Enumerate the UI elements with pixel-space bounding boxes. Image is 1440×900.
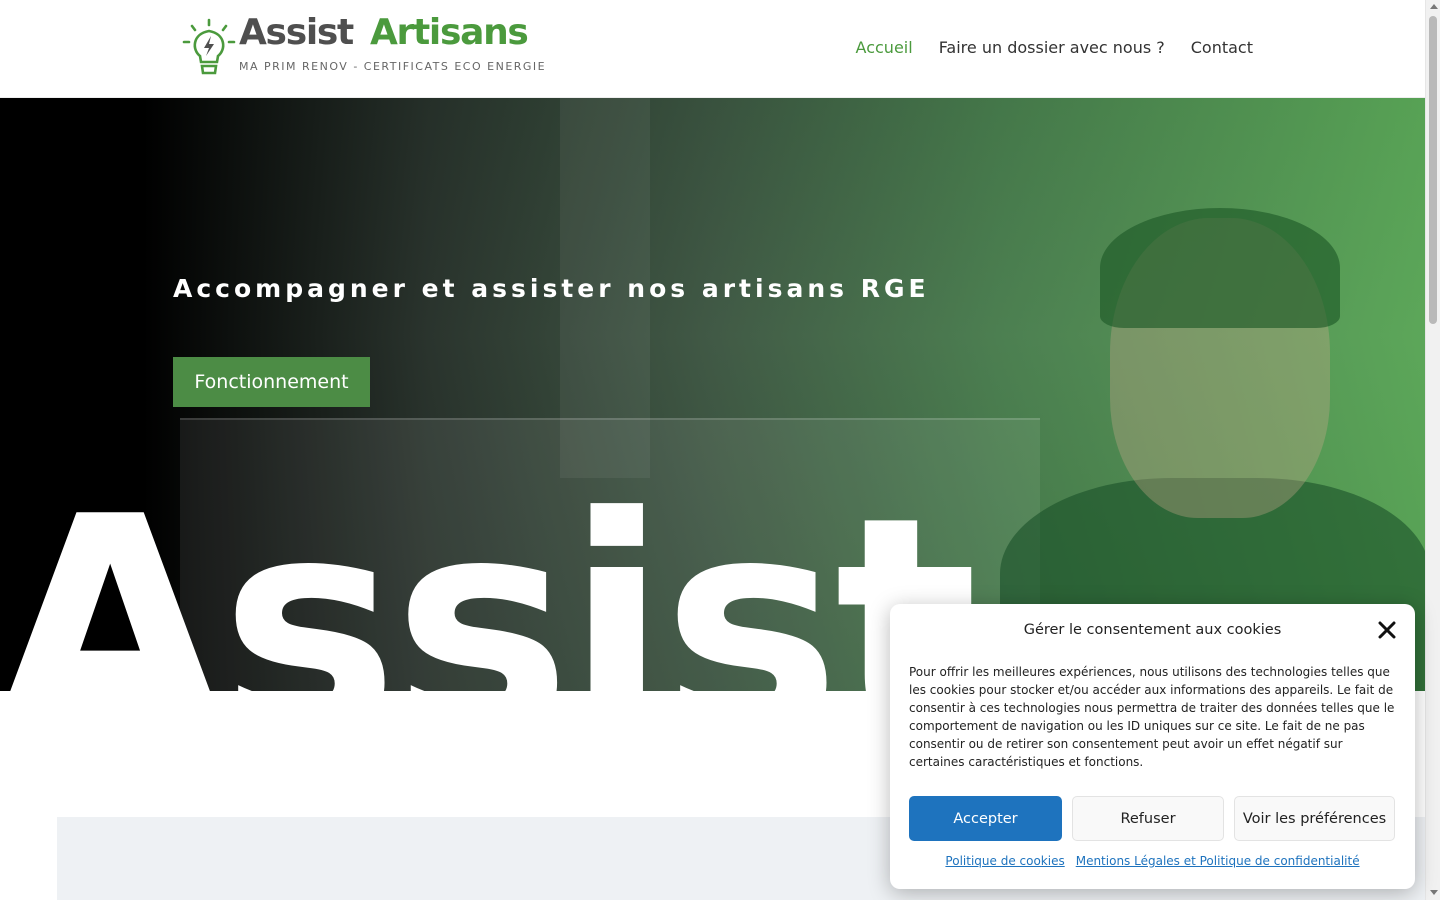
cookie-consent-modal: Gérer le consentement aux cookies Pour o… (890, 604, 1415, 889)
refuse-button[interactable]: Refuser (1072, 796, 1224, 841)
legal-notice-link[interactable]: Mentions Légales et Politique de confide… (1076, 854, 1360, 868)
site-logo[interactable]: Assist Artisans MA PRIM RENOV - CERTIFIC… (180, 12, 550, 78)
nav-item-accueil[interactable]: Accueil (856, 38, 913, 57)
hero-title: Accompagner et assister nos artisans RGE (173, 274, 930, 303)
cookie-modal-body: Pour offrir les meilleures expériences, … (909, 665, 1395, 769)
logo-word-artisans: Artisans (370, 12, 529, 53)
accept-button[interactable]: Accepter (909, 796, 1062, 841)
hero-big-word: Assist (0, 453, 978, 692)
logo-tagline: MA PRIM RENOV - CERTIFICATS ECO ENERGIE (239, 60, 547, 73)
nav-item-faire-un-dossier[interactable]: Faire un dossier avec nous ? (939, 38, 1165, 57)
logo-word-assist: Assist (239, 12, 354, 53)
page-scrollbar[interactable] (1425, 0, 1440, 900)
close-icon[interactable] (1377, 620, 1397, 640)
nav-item-contact[interactable]: Contact (1191, 38, 1253, 57)
scroll-down-arrow-icon[interactable] (1430, 890, 1438, 895)
fonctionnement-button[interactable]: Fonctionnement (173, 357, 370, 407)
cookie-modal-links: Politique de cookies Mentions Légales et… (890, 854, 1415, 868)
scroll-thumb[interactable] (1429, 16, 1437, 324)
hero-section: Accompagner et assister nos artisans RGE… (0, 98, 1425, 691)
main-nav: Accueil Faire un dossier avec nous ? Con… (856, 38, 1253, 57)
cookie-policy-link[interactable]: Politique de cookies (945, 854, 1064, 868)
preferences-button[interactable]: Voir les préférences (1234, 796, 1395, 841)
cookie-modal-title: Gérer le consentement aux cookies (1023, 622, 1282, 638)
scroll-up-arrow-icon[interactable] (1430, 4, 1438, 9)
lightbulb-logo-icon (182, 18, 236, 75)
site-header: Assist Artisans MA PRIM RENOV - CERTIFIC… (0, 0, 1425, 98)
hero-worker-cap (1100, 208, 1340, 328)
